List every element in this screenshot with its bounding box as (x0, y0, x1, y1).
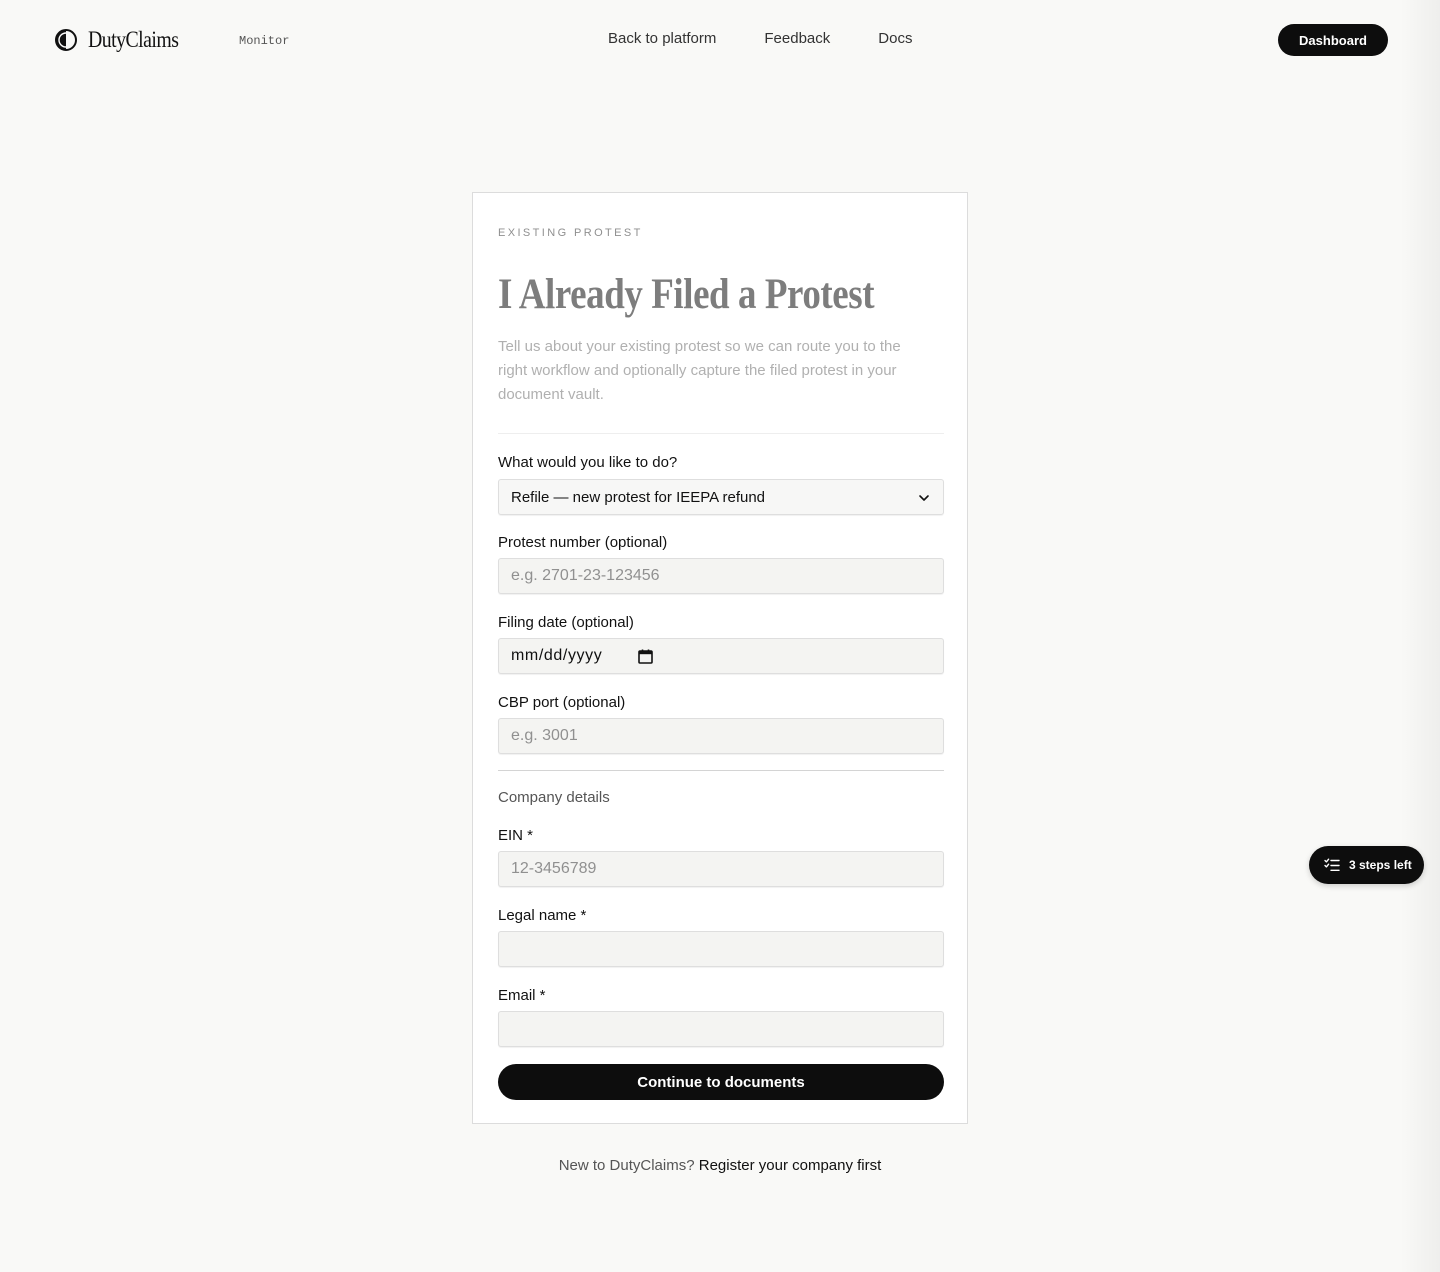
continue-to-documents-button[interactable]: Continue to documents (498, 1064, 944, 1100)
action-select-value: Refile — new protest for IEEPA refund (511, 488, 766, 506)
cbp-port-label: CBP port (optional) (498, 694, 626, 711)
filing-date-input[interactable]: mm/dd/yyyy (498, 638, 944, 674)
register-prompt-text: New to DutyClaims? (558, 1157, 695, 1174)
filing-date-label: Filing date (optional) (498, 614, 634, 631)
dashboard-button[interactable]: Dashboard (1278, 24, 1388, 56)
action-select[interactable]: Refile — new protest for IEEPA refund (498, 479, 944, 515)
action-label: What would you like to do? (498, 454, 678, 471)
top-header: DutyClaims Monitor Back to platform Feed… (0, 0, 1440, 80)
checklist-icon (1324, 858, 1340, 872)
filing-date-placeholder: mm/dd/yyyy (511, 647, 603, 664)
company-details-heading: Company details (498, 789, 610, 806)
chevron-down-icon (919, 495, 929, 501)
half-circle-logo-icon (55, 29, 77, 51)
page-title: I Already Filed a Protest (498, 271, 875, 318)
email-label: Email * (498, 987, 546, 1004)
nav-link-back-to-platform[interactable]: Back to platform (608, 30, 716, 47)
steps-left-label: 3 steps left (1349, 858, 1412, 872)
register-company-link[interactable]: Register your company first (699, 1157, 882, 1174)
cbp-port-input[interactable] (498, 718, 944, 754)
nav-link-docs[interactable]: Docs (878, 30, 912, 47)
brand[interactable]: DutyClaims Monitor (54, 27, 289, 53)
card-description: Tell us about your existing protest so w… (498, 338, 901, 403)
brand-name: DutyClaims (88, 27, 179, 52)
ein-label: EIN * (498, 827, 534, 844)
calendar-icon[interactable] (637, 648, 654, 665)
legal-name-input[interactable] (498, 931, 944, 967)
section-divider (498, 770, 944, 771)
email-input[interactable] (498, 1011, 944, 1047)
card-eyebrow: EXISTING PROTEST (498, 227, 643, 239)
protest-form-card: EXISTING PROTEST I Already Filed a Prote… (472, 192, 968, 1124)
divider (498, 433, 944, 434)
steps-left-pill[interactable]: 3 steps left (1309, 846, 1424, 884)
protest-number-input[interactable] (498, 558, 944, 594)
legal-name-label: Legal name * (498, 907, 587, 924)
page: DutyClaims Monitor Back to platform Feed… (0, 0, 1440, 1272)
main-nav: Back to platform Feedback Docs (608, 30, 912, 47)
ein-input[interactable] (498, 851, 944, 887)
nav-link-feedback[interactable]: Feedback (764, 30, 830, 47)
register-prompt: New to DutyClaims? Register your company… (0, 1157, 1440, 1174)
brand-subtitle: Monitor (239, 34, 290, 48)
protest-number-label: Protest number (optional) (498, 534, 668, 551)
edge-shadow (1400, 0, 1440, 1272)
